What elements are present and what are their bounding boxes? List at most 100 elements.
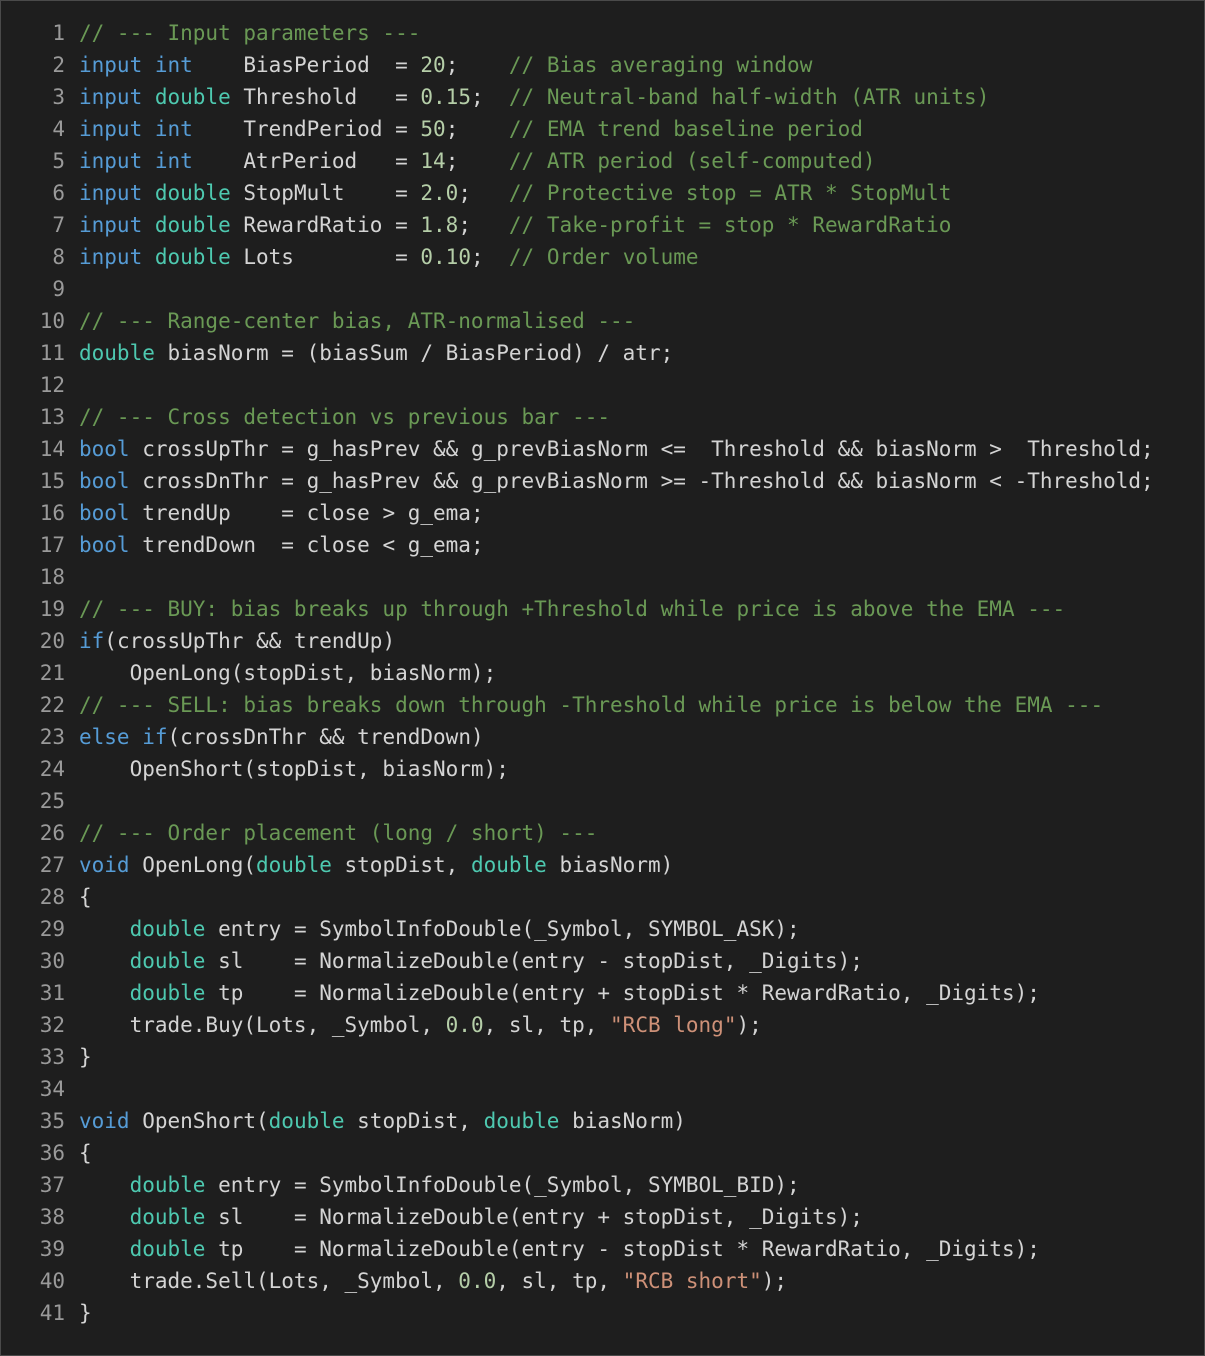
code-token: // Take-profit = stop * RewardRatio	[508, 213, 952, 237]
code-line[interactable]: 14 bool crossUpThr = g_hasPrev && g_prevB…	[1, 433, 1204, 465]
code-token: {	[79, 885, 92, 909]
code-text: }	[65, 1297, 92, 1329]
code-line[interactable]: 33}	[1, 1041, 1204, 1073]
code-line[interactable]: 9	[1, 273, 1204, 305]
code-token: 0.10	[420, 245, 471, 269]
code-line[interactable]: 37 double entry = SymbolInfoDouble(_Symb…	[1, 1169, 1204, 1201]
line-number: 9	[52, 277, 65, 301]
code-line[interactable]: 7 input double RewardRatio = 1.8; // Take…	[1, 209, 1204, 241]
code-text: // --- BUY: bias breaks up through +Thre…	[65, 593, 1065, 625]
code-line[interactable]: 12	[1, 369, 1204, 401]
code-token: , sl, tp,	[496, 1269, 623, 1293]
code-line[interactable]: 3 input double Threshold = 0.15; // Neutr…	[1, 81, 1204, 113]
line-number: 40	[39, 1269, 65, 1293]
line-number: 21	[39, 661, 65, 685]
code-token: crossUpThr = g_hasPrev && g_prevBiasNorm…	[129, 437, 1154, 461]
code-token: // ATR period (self-computed)	[508, 149, 876, 173]
code-text: input double RewardRatio = 1.8; // Take-…	[65, 209, 951, 241]
code-token: double	[470, 853, 547, 877]
code-token: ;	[458, 181, 509, 205]
code-line[interactable]: 21 OpenLong(stopDist, biasNorm);	[1, 657, 1204, 689]
code-line[interactable]: 15 bool crossDnThr = g_hasPrev && g_prevB…	[1, 465, 1204, 497]
code-line[interactable]: 39 double tp = NormalizeDouble(entry - s…	[1, 1233, 1204, 1265]
code-token: input	[79, 117, 143, 141]
code-line[interactable]: 20 if(crossUpThr && trendUp)	[1, 625, 1204, 657]
code-token: trendDown = close < g_ema;	[129, 533, 484, 557]
code-token: , sl, tp,	[483, 1013, 611, 1037]
code-line[interactable]: 32 trade.Buy(Lots, _Symbol, 0.0, sl, tp,…	[1, 1009, 1204, 1041]
code-line[interactable]: 2 input int BiasPeriod = 20; // Bias aver…	[1, 49, 1204, 81]
code-line[interactable]: 34	[1, 1073, 1204, 1105]
line-number: 5	[52, 149, 65, 173]
code-token: // EMA trend baseline period	[508, 117, 863, 141]
code-token: trade.Buy(Lots, _Symbol,	[79, 1013, 446, 1037]
code-line[interactable]: 16 bool trendUp = close > g_ema;	[1, 497, 1204, 529]
code-line[interactable]: 23 else if(crossDnThr && trendDown)	[1, 721, 1204, 753]
code-token: StopMult =	[230, 181, 421, 205]
line-number: 30	[39, 949, 65, 973]
code-text: double biasNorm = (biasSum / BiasPeriod)…	[65, 337, 673, 369]
code-line[interactable]: 24 OpenShort(stopDist, biasNorm);	[1, 753, 1204, 785]
line-number: 38	[39, 1205, 65, 1229]
code-line[interactable]: 25	[1, 785, 1204, 817]
code-token: BiasPeriod =	[192, 53, 421, 77]
code-token: // --- Range-center bias, ATR-normalised…	[79, 309, 636, 333]
code-token: tp = NormalizeDouble(entry - stopDist * …	[205, 1237, 1040, 1261]
code-token: int	[154, 53, 193, 77]
code-line[interactable]: 38 double sl = NormalizeDouble(entry + s…	[1, 1201, 1204, 1233]
code-line[interactable]: 22 // --- SELL: bias breaks down through …	[1, 689, 1204, 721]
code-editor[interactable]: 1// --- Input parameters --- 2 input int B…	[0, 0, 1205, 1356]
code-token: double	[268, 1109, 345, 1133]
code-line[interactable]: 17 bool trendDown = close < g_ema;	[1, 529, 1204, 561]
code-text: // --- Input parameters ---	[65, 17, 420, 49]
code-text: input int TrendPeriod = 50; // EMA trend…	[65, 113, 863, 145]
code-token: );	[761, 1269, 788, 1293]
code-line[interactable]: 6 input double StopMult = 2.0; // Protect…	[1, 177, 1204, 209]
code-line[interactable]: 36 {	[1, 1137, 1204, 1169]
code-line[interactable]: 29 double entry = SymbolInfoDouble(_Symb…	[1, 913, 1204, 945]
code-line[interactable]: 26 // --- Order placement (long / short) …	[1, 817, 1204, 849]
line-number: 22	[39, 693, 65, 717]
code-token: 50	[420, 117, 446, 141]
code-line[interactable]: 19 // --- BUY: bias breaks up through +Th…	[1, 593, 1204, 625]
code-text: {	[65, 1137, 92, 1169]
code-token: ;	[470, 245, 509, 269]
code-line[interactable]: 35 void OpenShort(double stopDist, double…	[1, 1105, 1204, 1137]
code-token: biasNorm)	[546, 853, 674, 877]
code-text: OpenLong(stopDist, biasNorm);	[65, 657, 497, 689]
code-line[interactable]: 8 input double Lots = 0.10; // Order volu…	[1, 241, 1204, 273]
code-line[interactable]: 13 // --- Cross detection vs previous bar…	[1, 401, 1204, 433]
code-line[interactable]: 28 {	[1, 881, 1204, 913]
code-line[interactable]: 31 double tp = NormalizeDouble(entry + s…	[1, 977, 1204, 1009]
code-token: tp = NormalizeDouble(entry + stopDist * …	[205, 981, 1040, 1005]
code-line[interactable]: 10 // --- Range-center bias, ATR-normalis…	[1, 305, 1204, 337]
code-text: double tp = NormalizeDouble(entry + stop…	[65, 977, 1040, 1009]
code-token: "RCB short"	[622, 1269, 762, 1293]
code-line[interactable]: 1 // --- Input parameters ---	[1, 17, 1204, 49]
code-line[interactable]: 11 double biasNorm = (biasSum / BiasPerio…	[1, 337, 1204, 369]
code-token: double	[154, 85, 231, 109]
code-token: int	[154, 117, 193, 141]
code-token: 20	[420, 53, 446, 77]
code-line[interactable]: 27 void OpenLong(double stopDist, double …	[1, 849, 1204, 881]
code-line[interactable]: 30 double sl = NormalizeDouble(entry - s…	[1, 945, 1204, 977]
line-number: 36	[39, 1141, 65, 1165]
code-text: if(crossUpThr && trendUp)	[65, 625, 395, 657]
code-text: OpenShort(stopDist, biasNorm);	[65, 753, 509, 785]
code-token: bool	[79, 469, 130, 493]
code-line[interactable]: 5 input int AtrPeriod = 14; // ATR period…	[1, 145, 1204, 177]
code-line[interactable]: 41}	[1, 1297, 1204, 1329]
code-line[interactable]: 40 trade.Sell(Lots, _Symbol, 0.0, sl, tp…	[1, 1265, 1204, 1297]
code-line[interactable]: 18	[1, 561, 1204, 593]
code-line[interactable]: 4 input int TrendPeriod = 50; // EMA tren…	[1, 113, 1204, 145]
